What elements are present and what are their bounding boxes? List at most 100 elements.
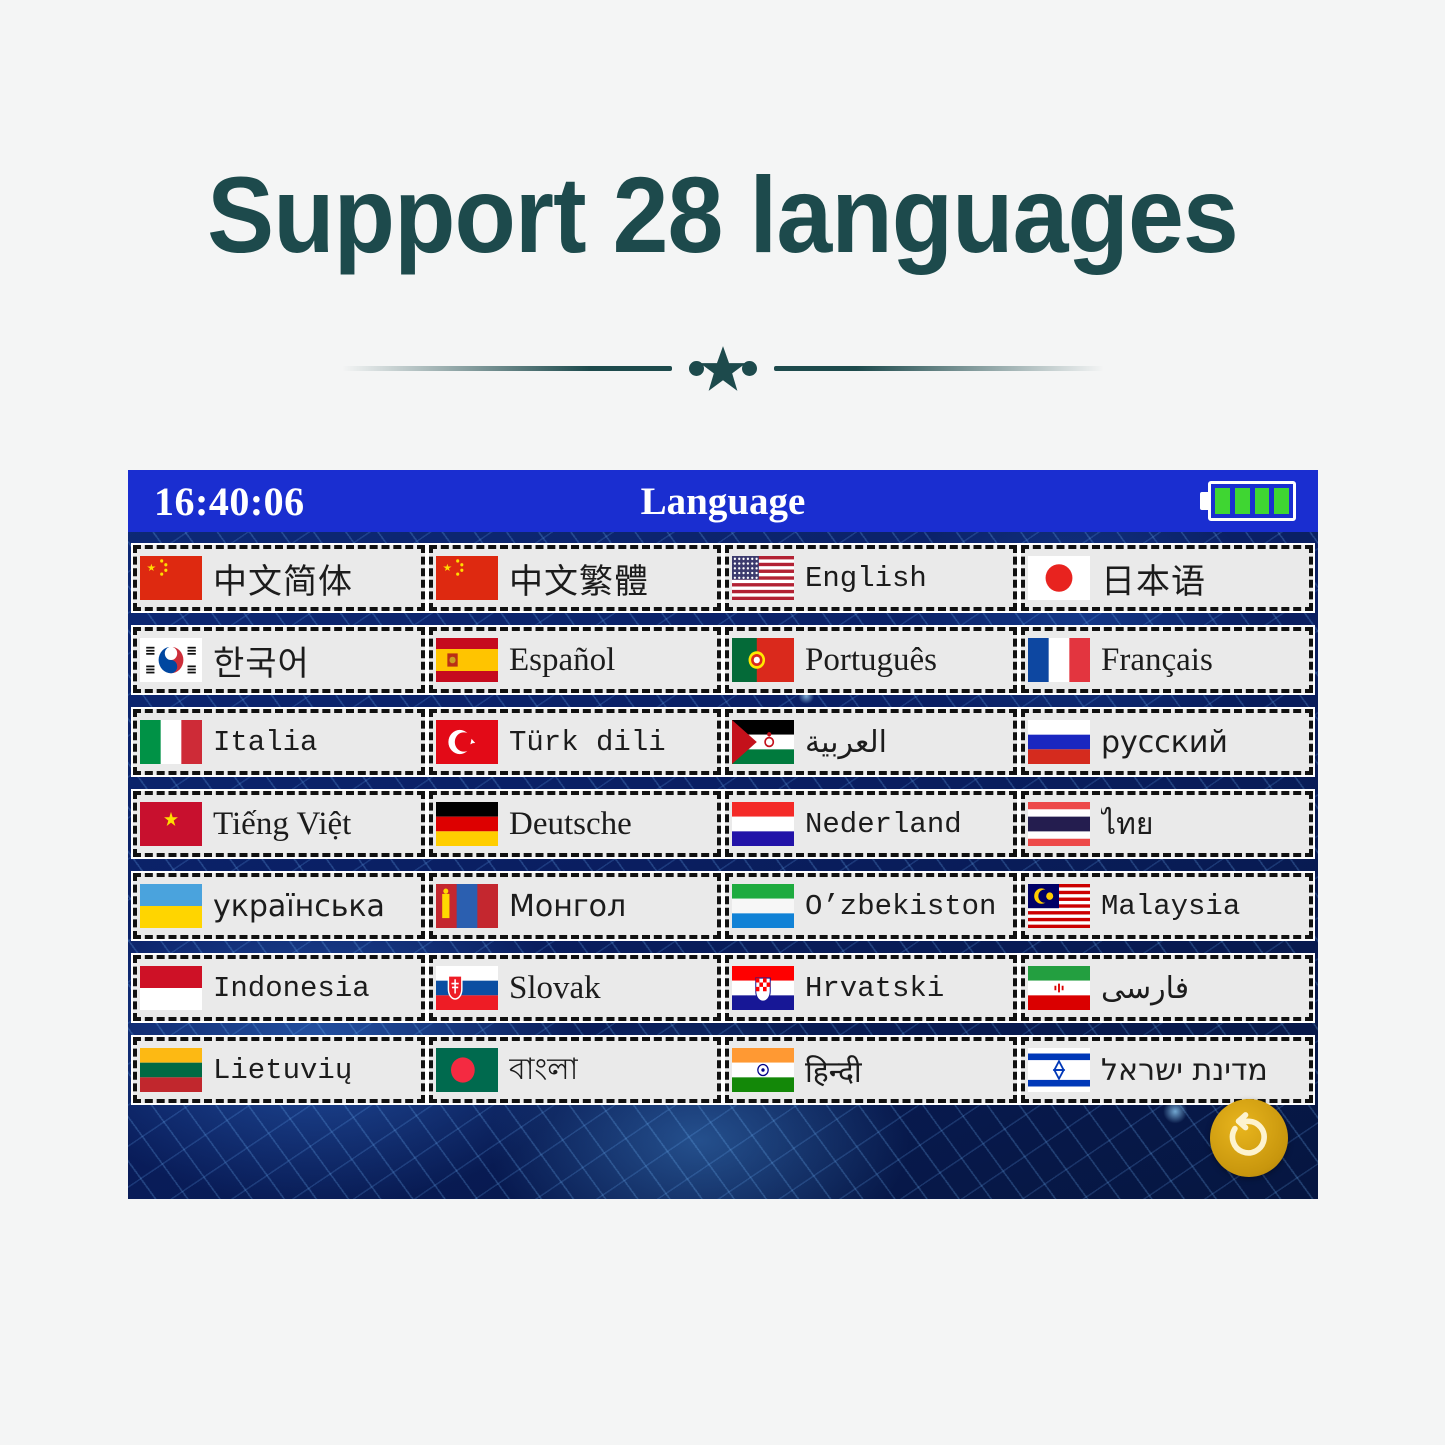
divider-line-right bbox=[773, 365, 1104, 371]
language-label: Türk dili bbox=[509, 725, 666, 759]
language-label: Français bbox=[1101, 641, 1213, 678]
language-button[interactable]: Español bbox=[427, 625, 723, 695]
flag-ua-icon bbox=[140, 884, 202, 928]
language-button[interactable]: Türk dili bbox=[427, 707, 723, 777]
language-label: Nederland bbox=[805, 807, 962, 841]
divider-line-left bbox=[341, 365, 672, 371]
language-button[interactable]: العربية bbox=[723, 707, 1019, 777]
device-screen: 16:40:06 Language 中文简体 中文繁體 English 日本语 bbox=[128, 470, 1318, 1199]
flag-de-icon bbox=[436, 802, 498, 846]
language-button[interactable]: فارسی bbox=[1019, 953, 1315, 1023]
language-button[interactable]: Italia bbox=[131, 707, 427, 777]
flag-sl-icon bbox=[732, 884, 794, 928]
language-label: Монгол bbox=[509, 888, 627, 924]
flag-lt-icon bbox=[140, 1048, 202, 1092]
flag-fr-icon bbox=[1028, 638, 1090, 682]
flag-jp-icon bbox=[1028, 556, 1090, 600]
flag-vn-icon bbox=[140, 802, 202, 846]
language-button[interactable]: Tiếng Việt bbox=[131, 789, 427, 859]
flag-th-icon bbox=[1028, 802, 1090, 846]
language-label: Español bbox=[509, 641, 616, 678]
flag-bd-icon bbox=[436, 1048, 498, 1092]
language-label: Deutsche bbox=[509, 805, 632, 842]
language-button[interactable]: O’zbekiston bbox=[723, 871, 1019, 941]
language-button[interactable]: מדינת ישראל bbox=[1019, 1035, 1315, 1105]
battery-cell bbox=[1233, 487, 1251, 515]
language-label: فارسی bbox=[1101, 970, 1190, 1006]
language-label: Indonesia bbox=[213, 971, 370, 1005]
language-button[interactable]: 中文繁體 bbox=[427, 543, 723, 613]
language-label: українська bbox=[213, 888, 385, 924]
flag-es-icon bbox=[436, 638, 498, 682]
language-button[interactable]: Indonesia bbox=[131, 953, 427, 1023]
language-button[interactable]: Português bbox=[723, 625, 1019, 695]
flag-us-icon bbox=[732, 556, 794, 600]
language-button[interactable]: українська bbox=[131, 871, 427, 941]
language-grid: 中文简体 中文繁體 English 日本语 한국어 Español Portugu… bbox=[128, 532, 1318, 1110]
battery-cell bbox=[1253, 487, 1271, 515]
screen-title: Language bbox=[640, 479, 806, 523]
flag-pt-icon bbox=[732, 638, 794, 682]
undo-arrow-icon bbox=[1223, 1110, 1275, 1167]
language-button[interactable]: বাংলা bbox=[427, 1035, 723, 1105]
language-label: מדינת ישראל bbox=[1101, 1052, 1268, 1088]
language-button[interactable]: ไทย bbox=[1019, 789, 1315, 859]
flag-hr-icon bbox=[732, 966, 794, 1010]
language-label: العربية bbox=[805, 724, 887, 760]
language-label: 한국어 bbox=[213, 645, 310, 683]
language-button[interactable]: Hrvatski bbox=[723, 953, 1019, 1023]
language-label: हिन्दी bbox=[805, 1054, 862, 1090]
flag-cn-icon bbox=[140, 556, 202, 600]
flag-mn-icon bbox=[436, 884, 498, 928]
language-button[interactable]: Malaysia bbox=[1019, 871, 1315, 941]
flag-my-icon bbox=[1028, 884, 1090, 928]
flag-id-icon bbox=[140, 966, 202, 1010]
clock-display: 16:40:06 bbox=[154, 478, 305, 524]
language-button[interactable]: Français bbox=[1019, 625, 1315, 695]
status-bar: 16:40:06 Language bbox=[128, 470, 1318, 532]
language-button[interactable]: 日本语 bbox=[1019, 543, 1315, 613]
language-label: Malaysia bbox=[1101, 889, 1241, 923]
battery-full-icon bbox=[1200, 481, 1296, 521]
battery-terminal bbox=[1200, 492, 1208, 510]
language-label: Slovak bbox=[509, 969, 601, 1006]
flag-nl-icon bbox=[732, 802, 794, 846]
flag-it-icon bbox=[140, 720, 202, 764]
flag-cn-icon bbox=[436, 556, 498, 600]
language-label: 中文简体 bbox=[213, 563, 353, 601]
language-label: O’zbekiston bbox=[805, 889, 997, 923]
language-button[interactable]: Slovak bbox=[427, 953, 723, 1023]
flag-ru-icon bbox=[1028, 720, 1090, 764]
page-header: Support 28 languages bbox=[0, 154, 1445, 275]
language-button[interactable]: 中文简体 bbox=[131, 543, 427, 613]
battery-cell bbox=[1214, 487, 1231, 515]
language-label: 日本语 bbox=[1101, 563, 1206, 601]
language-label: Lietuvių bbox=[213, 1053, 353, 1087]
language-label: Italia bbox=[213, 725, 318, 759]
language-button[interactable]: English bbox=[723, 543, 1019, 613]
language-label: Hrvatski bbox=[805, 971, 945, 1005]
language-button[interactable]: 한국어 bbox=[131, 625, 427, 695]
flag-in-icon bbox=[732, 1048, 794, 1092]
language-button[interactable]: Deutsche bbox=[427, 789, 723, 859]
battery-cell bbox=[1273, 487, 1290, 515]
language-label: Português bbox=[805, 641, 937, 678]
language-button[interactable]: Lietuvių bbox=[131, 1035, 427, 1105]
flag-sk-icon bbox=[436, 966, 498, 1010]
flag-il-icon bbox=[1028, 1048, 1090, 1092]
language-button[interactable]: Монгол bbox=[427, 871, 723, 941]
flag-eh-icon bbox=[732, 720, 794, 764]
language-button[interactable]: Nederland bbox=[723, 789, 1019, 859]
language-label: 中文繁體 bbox=[509, 563, 649, 601]
flag-kr-icon bbox=[140, 638, 202, 682]
flag-ir-icon bbox=[1028, 966, 1090, 1010]
return-button[interactable] bbox=[1210, 1099, 1288, 1177]
battery-body bbox=[1208, 481, 1296, 521]
language-button[interactable]: हिन्दी bbox=[723, 1035, 1019, 1105]
language-label: русский bbox=[1101, 724, 1228, 760]
language-label: বাংলা bbox=[509, 1051, 579, 1087]
page-title: Support 28 languages bbox=[207, 154, 1239, 275]
language-label: English bbox=[805, 561, 927, 595]
language-button[interactable]: русский bbox=[1019, 707, 1315, 777]
language-label: ไทย bbox=[1101, 806, 1154, 842]
